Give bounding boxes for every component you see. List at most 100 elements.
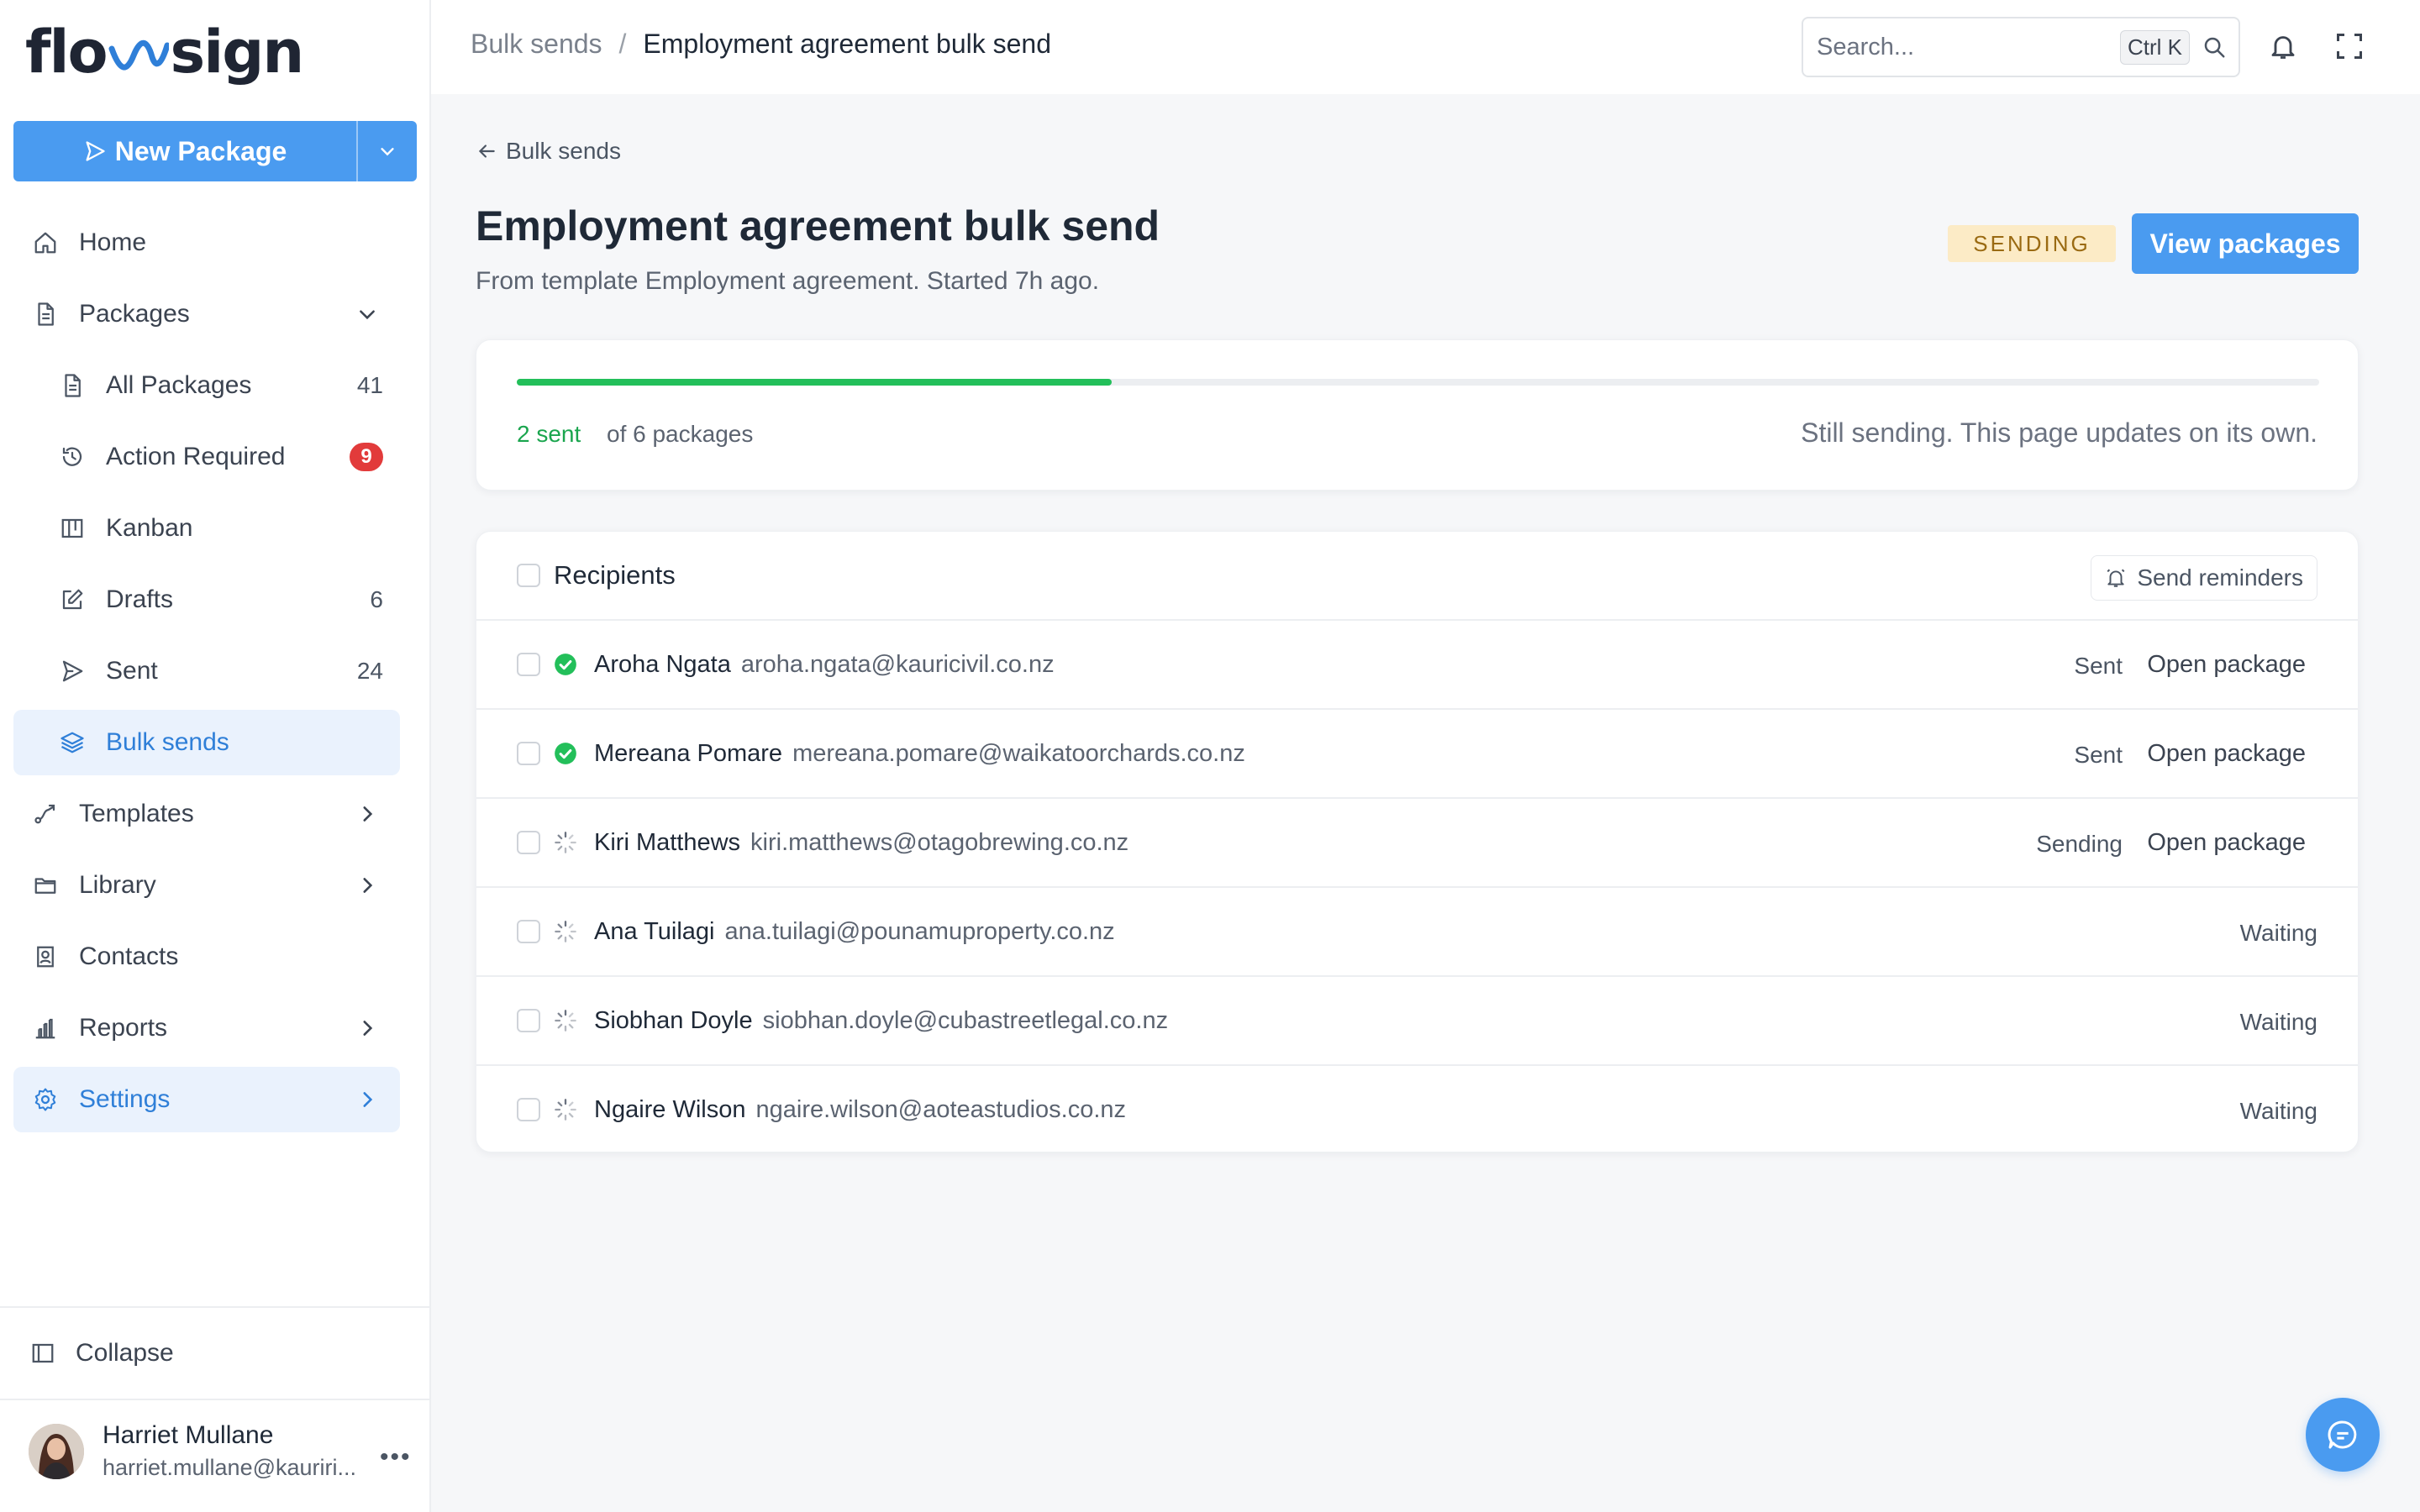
- recipient-status: Sent: [2074, 653, 2123, 679]
- send-icon: [86, 141, 105, 161]
- history-icon: [57, 442, 87, 472]
- sidebar-item-reports[interactable]: Reports: [13, 995, 400, 1061]
- recipient-checkbox[interactable]: [517, 742, 540, 765]
- sidebar-item-all-packages[interactable]: All Packages 41: [13, 353, 400, 418]
- open-package-link[interactable]: Open package: [2147, 829, 2306, 857]
- collapse-button[interactable]: Collapse: [30, 1336, 174, 1371]
- gear-icon: [30, 1084, 60, 1115]
- recipient-name: Aroha Ngata: [594, 651, 731, 678]
- chevron-right-icon: [363, 806, 373, 822]
- logo-wave-icon: [108, 39, 169, 71]
- alarm-bell-icon: [2107, 569, 2125, 587]
- chevron-down-icon: [360, 310, 375, 320]
- recipient-status: Waiting: [2239, 920, 2317, 946]
- recipient-email: siobhan.doyle@cubastreetlegal.co.nz: [762, 1007, 1169, 1034]
- document-icon: [57, 370, 87, 401]
- new-package-button-group: New Package: [13, 121, 417, 181]
- recipient-email: kiri.matthews@otagobrewing.co.nz: [750, 829, 1129, 856]
- breadcrumb-current: Employment agreement bulk send: [643, 29, 1052, 59]
- chevron-right-icon: [363, 878, 373, 893]
- drafts-count: 6: [370, 586, 383, 612]
- sidebar-item-templates[interactable]: Templates: [13, 781, 400, 847]
- sidebar: flo sign New Package Home Packages All Pa…: [0, 0, 431, 1512]
- recipient-email: mereana.pomare@waikatoorchards.co.nz: [792, 740, 1245, 767]
- chat-icon: [2328, 1420, 2357, 1449]
- sidebar-divider: [0, 1399, 431, 1400]
- user-profile[interactable]: Harriet Mullane harriet.mullane@kauriri.…: [29, 1421, 356, 1481]
- status-badge: SENDING: [1948, 225, 2116, 262]
- recipients-card: Recipients Send reminders Aroha Ngata aro…: [476, 531, 2359, 1152]
- app-logo[interactable]: flo sign: [25, 18, 304, 86]
- top-bar: Bulk sends / Employment agreement bulk s…: [431, 0, 2420, 94]
- sidebar-item-settings[interactable]: Settings: [13, 1067, 400, 1132]
- breadcrumb: Bulk sends / Employment agreement bulk s…: [471, 29, 1051, 60]
- progress-note: Still sending. This page updates on its …: [1801, 417, 2317, 448]
- sidebar-item-sent[interactable]: Sent 24: [13, 638, 400, 704]
- recipient-checkbox[interactable]: [517, 1009, 540, 1032]
- recipient-checkbox[interactable]: [517, 653, 540, 676]
- loading-spinner-icon: [554, 1098, 577, 1121]
- chat-button[interactable]: [2306, 1398, 2380, 1472]
- open-package-link[interactable]: Open package: [2147, 651, 2306, 679]
- recipient-checkbox[interactable]: [517, 1098, 540, 1121]
- sidebar-item-packages[interactable]: Packages: [13, 281, 400, 347]
- sidebar-item-home[interactable]: Home: [13, 210, 400, 276]
- loading-spinner-icon: [554, 831, 577, 854]
- recipient-name: Ana Tuilagi: [594, 918, 715, 945]
- recipient-checkbox[interactable]: [517, 920, 540, 943]
- search-placeholder: Search...: [1817, 33, 1915, 60]
- new-package-button[interactable]: New Package: [13, 121, 356, 181]
- user-email: harriet.mullane@kauriri...: [103, 1455, 357, 1480]
- avatar: [29, 1423, 84, 1479]
- chevron-right-icon: [363, 1092, 373, 1107]
- send-reminders-button[interactable]: Send reminders: [2091, 555, 2317, 601]
- open-package-link[interactable]: Open package: [2147, 740, 2306, 768]
- progress-total: of 6 packages: [607, 421, 754, 447]
- recipient-row: Mereana Pomare mereana.pomare@waikatoorch…: [476, 710, 2358, 799]
- recipient-row: Siobhan Doyle siobhan.doyle@cubastreetleg…: [476, 977, 2358, 1066]
- back-link[interactable]: Bulk sends: [476, 138, 621, 165]
- chevron-down-icon: [381, 148, 394, 156]
- loading-spinner-icon: [554, 1009, 577, 1032]
- view-packages-button[interactable]: View packages: [2132, 213, 2359, 274]
- loading-spinner-icon: [554, 920, 577, 943]
- more-options-icon[interactable]: •••: [380, 1443, 412, 1472]
- breadcrumb-separator: /: [618, 29, 627, 59]
- search-input[interactable]: Search... Ctrl K: [1802, 17, 2240, 77]
- contacts-icon: [30, 942, 60, 972]
- folder-icon: [30, 870, 60, 900]
- breadcrumb-parent-link[interactable]: Bulk sends: [471, 29, 602, 60]
- edit-icon: [57, 585, 87, 615]
- sidebar-item-drafts[interactable]: Drafts 6: [13, 567, 400, 633]
- fullscreen-icon[interactable]: [2334, 31, 2365, 61]
- sidebar-item-action-required[interactable]: Action Required 9: [13, 424, 400, 490]
- check-circle-icon: [554, 653, 577, 676]
- recipient-row: Aroha Ngata aroha.ngata@kauricivil.co.nz S…: [476, 621, 2358, 710]
- kanban-icon: [57, 513, 87, 543]
- recipient-status: Waiting: [2239, 1009, 2317, 1035]
- sidebar-item-bulk-sends[interactable]: Bulk sends: [13, 710, 400, 775]
- sidebar-collapse-icon: [30, 1341, 55, 1366]
- action-required-badge: 9: [350, 443, 383, 471]
- recipient-checkbox[interactable]: [517, 831, 540, 854]
- bar-chart-icon: [30, 1013, 60, 1043]
- recipient-row: Ngaire Wilson ngaire.wilson@aoteastudios.…: [476, 1066, 2358, 1155]
- recipient-email: ana.tuilagi@pounamuproperty.co.nz: [724, 918, 1115, 945]
- check-circle-icon: [554, 742, 577, 765]
- recipient-status: Sending: [2036, 831, 2123, 857]
- sidebar-item-library[interactable]: Library: [13, 853, 400, 918]
- recipient-row: Kiri Matthews kiri.matthews@otagobrewing.…: [476, 799, 2358, 888]
- new-package-dropdown-button[interactable]: [356, 121, 417, 181]
- user-name: Harriet Mullane: [103, 1421, 274, 1449]
- sidebar-item-contacts[interactable]: Contacts: [13, 924, 400, 990]
- recipient-name: Ngaire Wilson: [594, 1096, 746, 1123]
- all-packages-count: 41: [356, 372, 383, 398]
- notifications-bell-icon[interactable]: [2268, 30, 2298, 62]
- send-icon: [57, 656, 87, 686]
- recipient-row: Ana Tuilagi ana.tuilagi@pounamuproperty.c…: [476, 888, 2358, 977]
- sent-count: 24: [356, 658, 383, 684]
- sidebar-nav: Home Packages All Packages 41 Action Req…: [13, 210, 400, 1138]
- sidebar-item-kanban[interactable]: Kanban: [13, 496, 400, 561]
- select-all-checkbox[interactable]: [517, 564, 540, 587]
- recipient-status: Sent: [2074, 742, 2123, 768]
